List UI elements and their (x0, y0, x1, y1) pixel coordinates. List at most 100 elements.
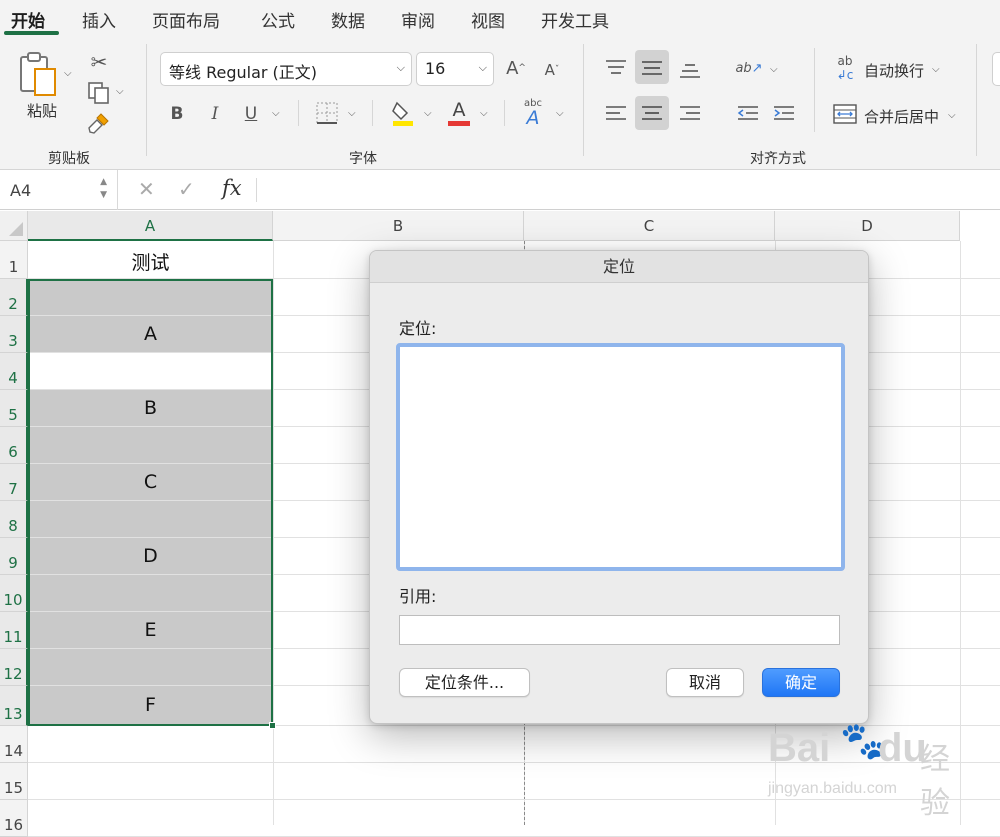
wrap-text-label[interactable]: 自动换行 (864, 60, 924, 81)
font-size-dropdown[interactable]: 16 ⌵ (416, 52, 494, 86)
formula-input[interactable] (260, 170, 1000, 210)
bold-icon[interactable]: B (166, 102, 188, 126)
watermark-jingyan: 经验 (920, 743, 950, 820)
align-top-icon[interactable] (602, 54, 630, 82)
align-left-icon[interactable] (602, 100, 630, 128)
font-name-dropdown[interactable]: 等线 Regular (正文) ⌵ (160, 52, 412, 86)
reference-input[interactable] (399, 615, 840, 645)
underline-icon[interactable]: U (240, 102, 262, 126)
group-divider (146, 44, 147, 156)
font-color-dropdown-caret[interactable]: ⌵ (480, 108, 488, 119)
ribbon-tab[interactable]: 页面布局 (152, 7, 220, 32)
copy-dropdown-caret[interactable]: ⌵ (116, 86, 124, 97)
ribbon-tab[interactable]: 数据 (331, 7, 365, 32)
column-gridline (273, 241, 274, 825)
active-tab-indicator (4, 31, 59, 35)
paste-label[interactable]: 粘贴 (27, 100, 57, 121)
ribbon-tab[interactable]: 视图 (471, 7, 505, 32)
column-header[interactable]: D (775, 211, 960, 241)
inline-divider (298, 100, 299, 126)
ribbon-tab-bar: 开始 插入 页面布局 公式 数据 审阅 视图 开发工具 (0, 0, 1000, 36)
font-group-label: 字体 (349, 151, 377, 167)
merge-center-icon[interactable] (832, 102, 858, 126)
row-header[interactable]: 13 (0, 686, 28, 726)
row-header[interactable]: 6 (0, 427, 28, 464)
row-header[interactable]: 3 (0, 316, 28, 353)
fill-color-dropdown-caret[interactable]: ⌵ (424, 108, 432, 119)
alignment-group-label: 对齐方式 (750, 151, 806, 167)
select-all-corner[interactable] (0, 211, 28, 241)
fill-handle[interactable] (269, 722, 276, 729)
baidu-jingyan-watermark: Bai 🐾 du 经验 jingyan.baidu.com (768, 720, 968, 820)
font-name-value: 等线 Regular (正文) (169, 63, 318, 82)
format-painter-icon[interactable] (86, 110, 112, 136)
grow-font-icon[interactable]: A ^ (504, 56, 528, 80)
row-header[interactable]: 12 (0, 649, 28, 686)
cancel-formula-icon[interactable]: ✕ (138, 177, 155, 201)
increase-indent-icon[interactable] (770, 100, 798, 128)
phonetic-dropdown-caret[interactable]: ⌵ (556, 108, 564, 119)
row-header[interactable]: 14 (0, 726, 28, 763)
paste-dropdown-caret[interactable]: ⌵ (64, 68, 72, 79)
name-box-stepper-icon[interactable]: ▲ ▼ (100, 176, 107, 202)
decrease-indent-icon[interactable] (734, 100, 762, 128)
cancel-button[interactable]: 取消 (666, 668, 744, 697)
ok-button[interactable]: 确定 (762, 668, 840, 697)
ribbon-tab[interactable]: 插入 (82, 7, 116, 32)
row-header[interactable]: 2 (0, 279, 28, 316)
row-header[interactable]: 11 (0, 612, 28, 649)
phonetic-icon[interactable]: abc A (518, 98, 548, 128)
group-divider (583, 44, 584, 156)
ribbon-tab[interactable]: 开发工具 (541, 7, 609, 32)
row-header[interactable]: 5 (0, 390, 28, 427)
ribbon: ⌵ 粘贴 ✂ ⌵ 剪贴板 等线 Regular (正文) ⌵ 16 ⌵ A ^ A… (0, 36, 1000, 170)
align-right-icon[interactable] (676, 100, 704, 128)
cut-icon[interactable]: ✂ (88, 50, 110, 74)
underline-dropdown-caret[interactable]: ⌵ (272, 108, 280, 119)
row-header[interactable]: 9 (0, 538, 28, 575)
borders-dropdown-caret[interactable]: ⌵ (348, 108, 356, 119)
ribbon-tab[interactable]: 审阅 (401, 7, 435, 32)
row-header[interactable]: 7 (0, 464, 28, 501)
row-header[interactable]: 1 (0, 241, 28, 279)
paste-icon[interactable] (16, 50, 62, 102)
ribbon-overflow-box[interactable] (992, 52, 1000, 86)
font-size-value: 16 (425, 59, 446, 78)
italic-icon[interactable]: I (204, 102, 226, 126)
column-header[interactable]: C (524, 211, 775, 241)
shrink-font-icon[interactable]: Aˇ (540, 58, 564, 82)
name-box[interactable]: A4 ▲ ▼ (0, 170, 118, 210)
row-header[interactable]: 4 (0, 353, 28, 390)
row-header[interactable]: 10 (0, 575, 28, 612)
orientation-icon[interactable]: ab ↗ (734, 54, 764, 82)
insert-function-icon[interactable]: fx (222, 176, 242, 200)
selection-border (28, 279, 273, 726)
name-box-value: A4 (10, 181, 32, 200)
goto-listbox[interactable] (396, 343, 845, 571)
borders-icon[interactable] (314, 100, 340, 126)
align-bottom-icon[interactable] (676, 56, 704, 84)
ribbon-tab[interactable]: 开始 (11, 7, 45, 32)
special-button[interactable]: 定位条件... (399, 668, 530, 697)
orientation-dropdown-caret[interactable]: ⌵ (770, 64, 778, 75)
row-header[interactable]: 8 (0, 501, 28, 538)
confirm-formula-icon[interactable]: ✓ (178, 177, 195, 201)
merge-center-label[interactable]: 合并后居中 (864, 106, 939, 127)
column-header[interactable]: B (273, 211, 524, 241)
merge-center-dropdown-caret[interactable]: ⌵ (948, 110, 956, 121)
watermark-url: jingyan.baidu.com (768, 780, 897, 797)
chevron-down-icon: ⌵ (396, 61, 405, 74)
align-middle-icon[interactable] (638, 54, 666, 82)
copy-icon[interactable] (86, 80, 112, 106)
chevron-down-icon: ⌵ (478, 61, 487, 74)
font-color-icon[interactable]: A (446, 96, 472, 128)
wrap-text-icon[interactable]: ab ↲c (832, 54, 858, 82)
wrap-text-dropdown-caret[interactable]: ⌵ (932, 64, 940, 75)
align-center-icon[interactable] (638, 100, 666, 128)
formula-bar: A4 ▲ ▼ ✕ ✓ fx (0, 170, 1000, 210)
row-header[interactable]: 15 (0, 763, 28, 800)
fill-color-icon[interactable] (390, 98, 416, 128)
column-header[interactable]: A (28, 211, 273, 241)
row-header[interactable]: 16 (0, 800, 28, 837)
ribbon-tab[interactable]: 公式 (261, 7, 295, 32)
